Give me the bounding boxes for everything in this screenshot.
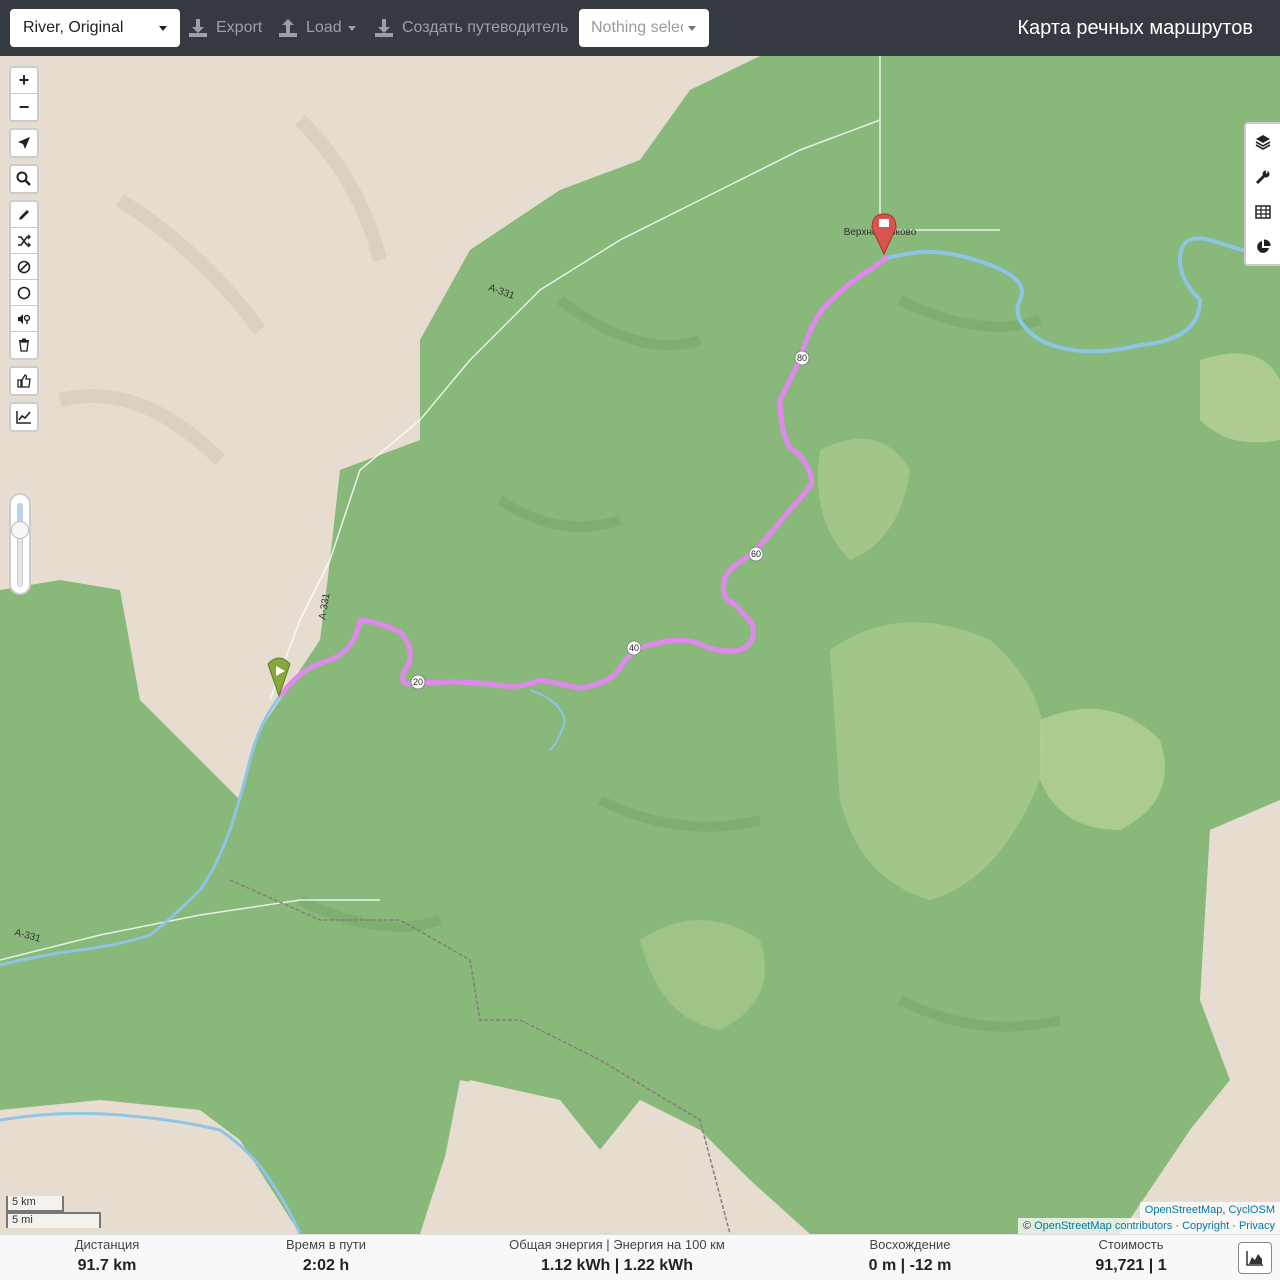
stat-time: Время в пути 2:02 h (265, 1236, 387, 1277)
chevron-down-icon (159, 26, 167, 31)
sidebar-tabs (1244, 122, 1280, 266)
cost-label: Стоимость (1098, 1237, 1164, 1252)
search-control (9, 164, 39, 194)
km-marker-60: 60 (748, 546, 764, 562)
search-button[interactable] (11, 166, 37, 192)
svg-text:80: 80 (797, 353, 807, 363)
attribution-data: © OpenStreetMap contributors · Copyright… (1017, 1218, 1280, 1234)
circle-area-button[interactable] (11, 280, 37, 306)
distance-label: Дистанция (74, 1237, 140, 1252)
osm-contributors-link[interactable]: OpenStreetMap contributors (1034, 1220, 1172, 1232)
layers-tab[interactable] (1246, 124, 1280, 159)
route-select[interactable]: Nothing selected (579, 9, 709, 47)
wrench-icon (1255, 169, 1270, 184)
export-label: Export (216, 19, 263, 36)
zoom-out-button[interactable]: − (11, 94, 37, 120)
privacy-link[interactable]: Privacy (1239, 1220, 1275, 1232)
slider-handle[interactable] (11, 521, 29, 539)
feedback-control (9, 366, 39, 396)
trash-icon (19, 338, 29, 352)
stat-energy: Общая энергия | Энергия на 100 км 1.12 k… (497, 1236, 737, 1277)
map-tiles: 20 40 60 80 Верхнемарково A-331 A-331 A-… (0, 56, 1280, 1234)
line-chart-icon (16, 411, 31, 424)
search-icon (16, 171, 31, 186)
poi-button[interactable] (11, 306, 37, 332)
location-arrow-icon (18, 137, 30, 149)
stat-ascent: Восхождение 0 m | -12 m (849, 1236, 971, 1277)
map-canvas[interactable]: 20 40 60 80 Верхнемарково A-331 A-331 A-… (0, 56, 1280, 1234)
delete-route-button[interactable] (11, 332, 37, 358)
zoom-in-button[interactable]: + (11, 68, 37, 94)
stat-distance: Дистанция 91.7 km (45, 1236, 169, 1277)
ban-icon (17, 260, 31, 273)
opacity-slider[interactable] (9, 493, 31, 595)
circle-icon (17, 286, 31, 299)
cost-value: 91,721 | 1 (1095, 1257, 1167, 1274)
shuffle-icon (18, 234, 31, 247)
ascent-value: 0 m | -12 m (868, 1257, 952, 1274)
osm-link[interactable]: OpenStreetMap (1145, 1204, 1223, 1216)
area-chart-icon (1246, 1251, 1263, 1266)
reverse-route-button[interactable] (11, 228, 37, 254)
energy-value: 1.12 kWh | 1.22 kWh (540, 1257, 694, 1274)
top-navbar: River, Original Export Load Создать путе… (0, 0, 1280, 56)
cyclosm-link[interactable]: CyclOSM (1229, 1204, 1275, 1216)
stat-cost: Стоимость 91,721 | 1 (1070, 1236, 1192, 1277)
locate-control (9, 128, 39, 158)
thumbs-up-button[interactable] (11, 368, 37, 394)
route-stats-bar: Дистанция 91.7 km Время в пути 2:02 h Об… (0, 1234, 1280, 1280)
scale-km: 5 km (6, 1196, 64, 1212)
pie-chart-icon (1257, 238, 1271, 253)
zoom-control: + − (9, 66, 39, 122)
km-marker-40: 40 (626, 640, 642, 656)
elevation-control (9, 402, 39, 432)
ascent-label: Восхождение (869, 1237, 951, 1252)
map-marker-sound-icon (18, 313, 31, 324)
draw-toolbar (9, 200, 39, 360)
thumbs-up-icon (17, 374, 31, 388)
draw-route-button[interactable] (11, 202, 37, 228)
energy-label: Общая энергия | Энергия на 100 км (509, 1237, 725, 1252)
time-value: 2:02 h (302, 1257, 350, 1274)
scale-mi: 5 mi (6, 1212, 101, 1228)
time-label: Время в пути (286, 1237, 366, 1252)
locate-button[interactable] (11, 130, 37, 156)
load-label: Load (306, 19, 342, 36)
download-icon (375, 19, 393, 37)
table-icon (1255, 204, 1271, 219)
elevation-profile-button[interactable] (1238, 1242, 1272, 1274)
load-button[interactable]: Load (278, 14, 356, 42)
analysis-tab[interactable] (1246, 229, 1280, 264)
table-tab[interactable] (1246, 194, 1280, 229)
upload-icon (279, 19, 297, 37)
attribution-tiles: OpenStreetMap, CyclOSM (1139, 1202, 1280, 1218)
pencil-icon (19, 209, 29, 220)
create-guide-button[interactable]: Создать путеводитель (374, 14, 568, 42)
profile-select-value: River, Original (23, 19, 124, 36)
copyright-link[interactable]: Copyright (1182, 1220, 1229, 1232)
chevron-down-icon (347, 25, 356, 31)
km-marker-20: 20 (410, 674, 426, 690)
app-title: Карта речных маршрутов (1017, 17, 1253, 39)
layers-icon (1255, 134, 1271, 150)
export-button[interactable]: Export (188, 14, 262, 42)
profile-select[interactable]: River, Original (10, 9, 180, 47)
svg-text:20: 20 (413, 677, 423, 687)
download-icon (189, 19, 207, 37)
settings-tab[interactable] (1246, 159, 1280, 194)
elevation-chart-button[interactable] (11, 404, 37, 430)
route-select-value: Nothing selected (591, 19, 683, 36)
km-marker-80: 80 (794, 350, 810, 366)
svg-text:40: 40 (629, 643, 639, 653)
no-go-area-button[interactable] (11, 254, 37, 280)
chevron-down-icon (688, 26, 696, 31)
distance-value: 91.7 km (77, 1257, 137, 1274)
create-guide-label: Создать путеводитель (402, 19, 569, 36)
svg-text:60: 60 (751, 549, 761, 559)
